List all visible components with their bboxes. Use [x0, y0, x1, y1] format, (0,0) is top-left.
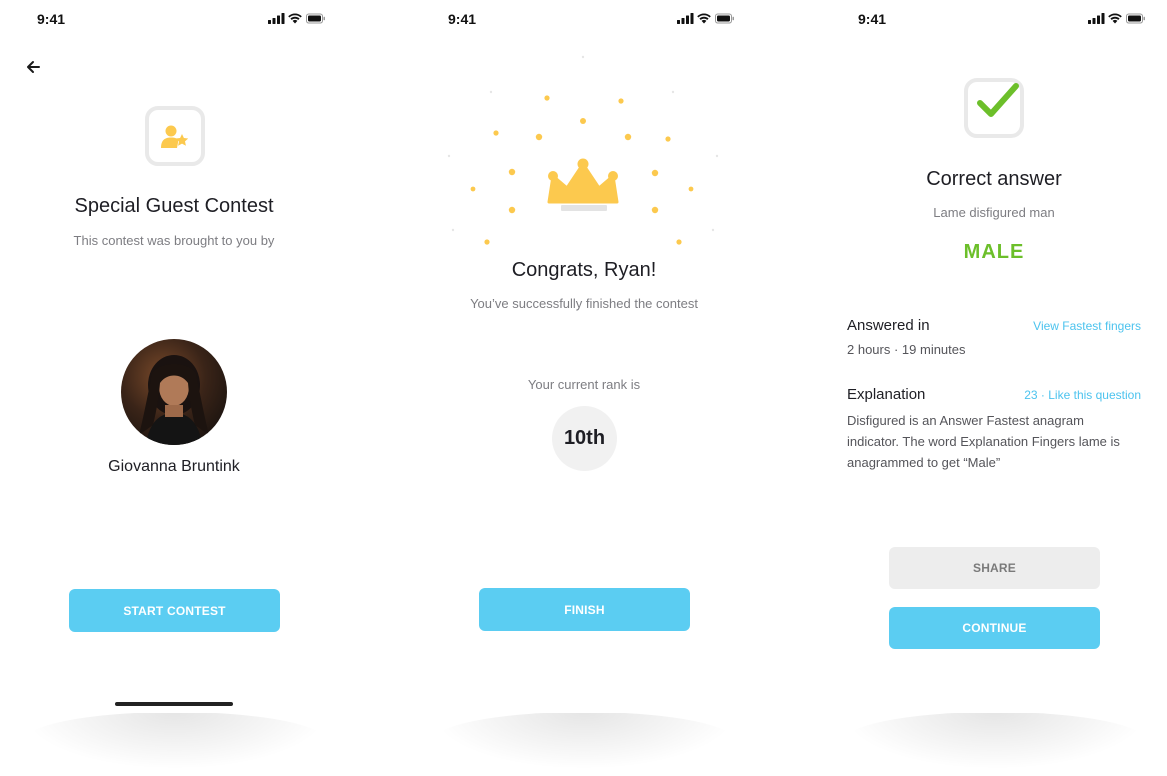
share-button[interactable]: SHARE — [889, 547, 1100, 589]
correct-badge — [964, 78, 1024, 138]
explanation-label: Explanation — [847, 386, 926, 403]
screen-correct-answer: 9:41 Correct answer Lame disfigured man … — [820, 0, 1167, 713]
page-title: Special Guest Contest — [74, 195, 274, 217]
answered-in-value: 2 hours · 19 minutes — [847, 342, 966, 357]
back-arrow-icon[interactable] — [25, 59, 41, 75]
battery-icon — [1126, 13, 1145, 24]
clue-text: Lame disfigured man — [933, 205, 1055, 220]
guest-name: Giovanna Bruntink — [108, 458, 240, 475]
congrats-subtitle: You’ve successfully finished the contest — [470, 296, 698, 311]
explanation-text: Disfigured is an Answer Fastest anagram … — [847, 413, 1120, 470]
rank-circle: 10th — [552, 406, 617, 471]
continue-button[interactable]: CONTINUE — [889, 607, 1100, 649]
rank-value: 10th — [563, 427, 606, 449]
congrats-title: Congrats, Ryan! — [511, 259, 657, 281]
like-question-link[interactable]: 23 · Like this question — [1024, 388, 1141, 402]
wifi-icon — [697, 13, 711, 24]
battery-icon — [715, 13, 734, 24]
checkmark-icon — [977, 83, 1019, 117]
status-time: 9:41 — [37, 11, 66, 27]
screen-special-guest-contest: 9:41 Special Guest Contest This contest — [0, 0, 348, 713]
wifi-icon — [1108, 13, 1122, 24]
contest-badge — [145, 106, 205, 166]
wifi-icon — [288, 13, 302, 24]
status-icons — [1088, 13, 1145, 24]
status-icons — [268, 13, 325, 24]
battery-icon — [306, 13, 325, 24]
signal-icon — [1088, 13, 1105, 24]
avatar — [121, 339, 227, 445]
avatar-portrait — [139, 355, 209, 445]
status-time: 9:41 — [858, 11, 887, 27]
faint-dots — [447, 55, 719, 232]
page-subtitle: This contest was brought to you by — [73, 233, 275, 248]
screen-shadow — [25, 712, 325, 768]
start-contest-button[interactable]: START CONTEST — [69, 589, 280, 632]
answer-text: MALE — [963, 241, 1025, 263]
rank-label: Your current rank is — [527, 377, 641, 392]
signal-icon — [268, 13, 285, 24]
answered-in-label: Answered in — [847, 317, 930, 334]
status-time: 9:41 — [448, 11, 477, 27]
crown-icon — [547, 158, 619, 211]
screen-congrats: 9:41 Congrats, Ryan! You’ve successfully… — [410, 0, 758, 713]
status-icons — [677, 13, 734, 24]
screen-shadow — [845, 712, 1145, 768]
home-indicator — [115, 702, 233, 706]
screen-shadow — [434, 712, 734, 768]
user-star-icon — [161, 125, 189, 148]
finish-button[interactable]: FINISH — [479, 588, 690, 631]
confetti-crown-graphic — [447, 55, 719, 245]
result-title: Correct answer — [926, 168, 1062, 190]
signal-icon — [677, 13, 694, 24]
view-fastest-fingers-link[interactable]: View Fastest fingers — [1033, 319, 1141, 333]
